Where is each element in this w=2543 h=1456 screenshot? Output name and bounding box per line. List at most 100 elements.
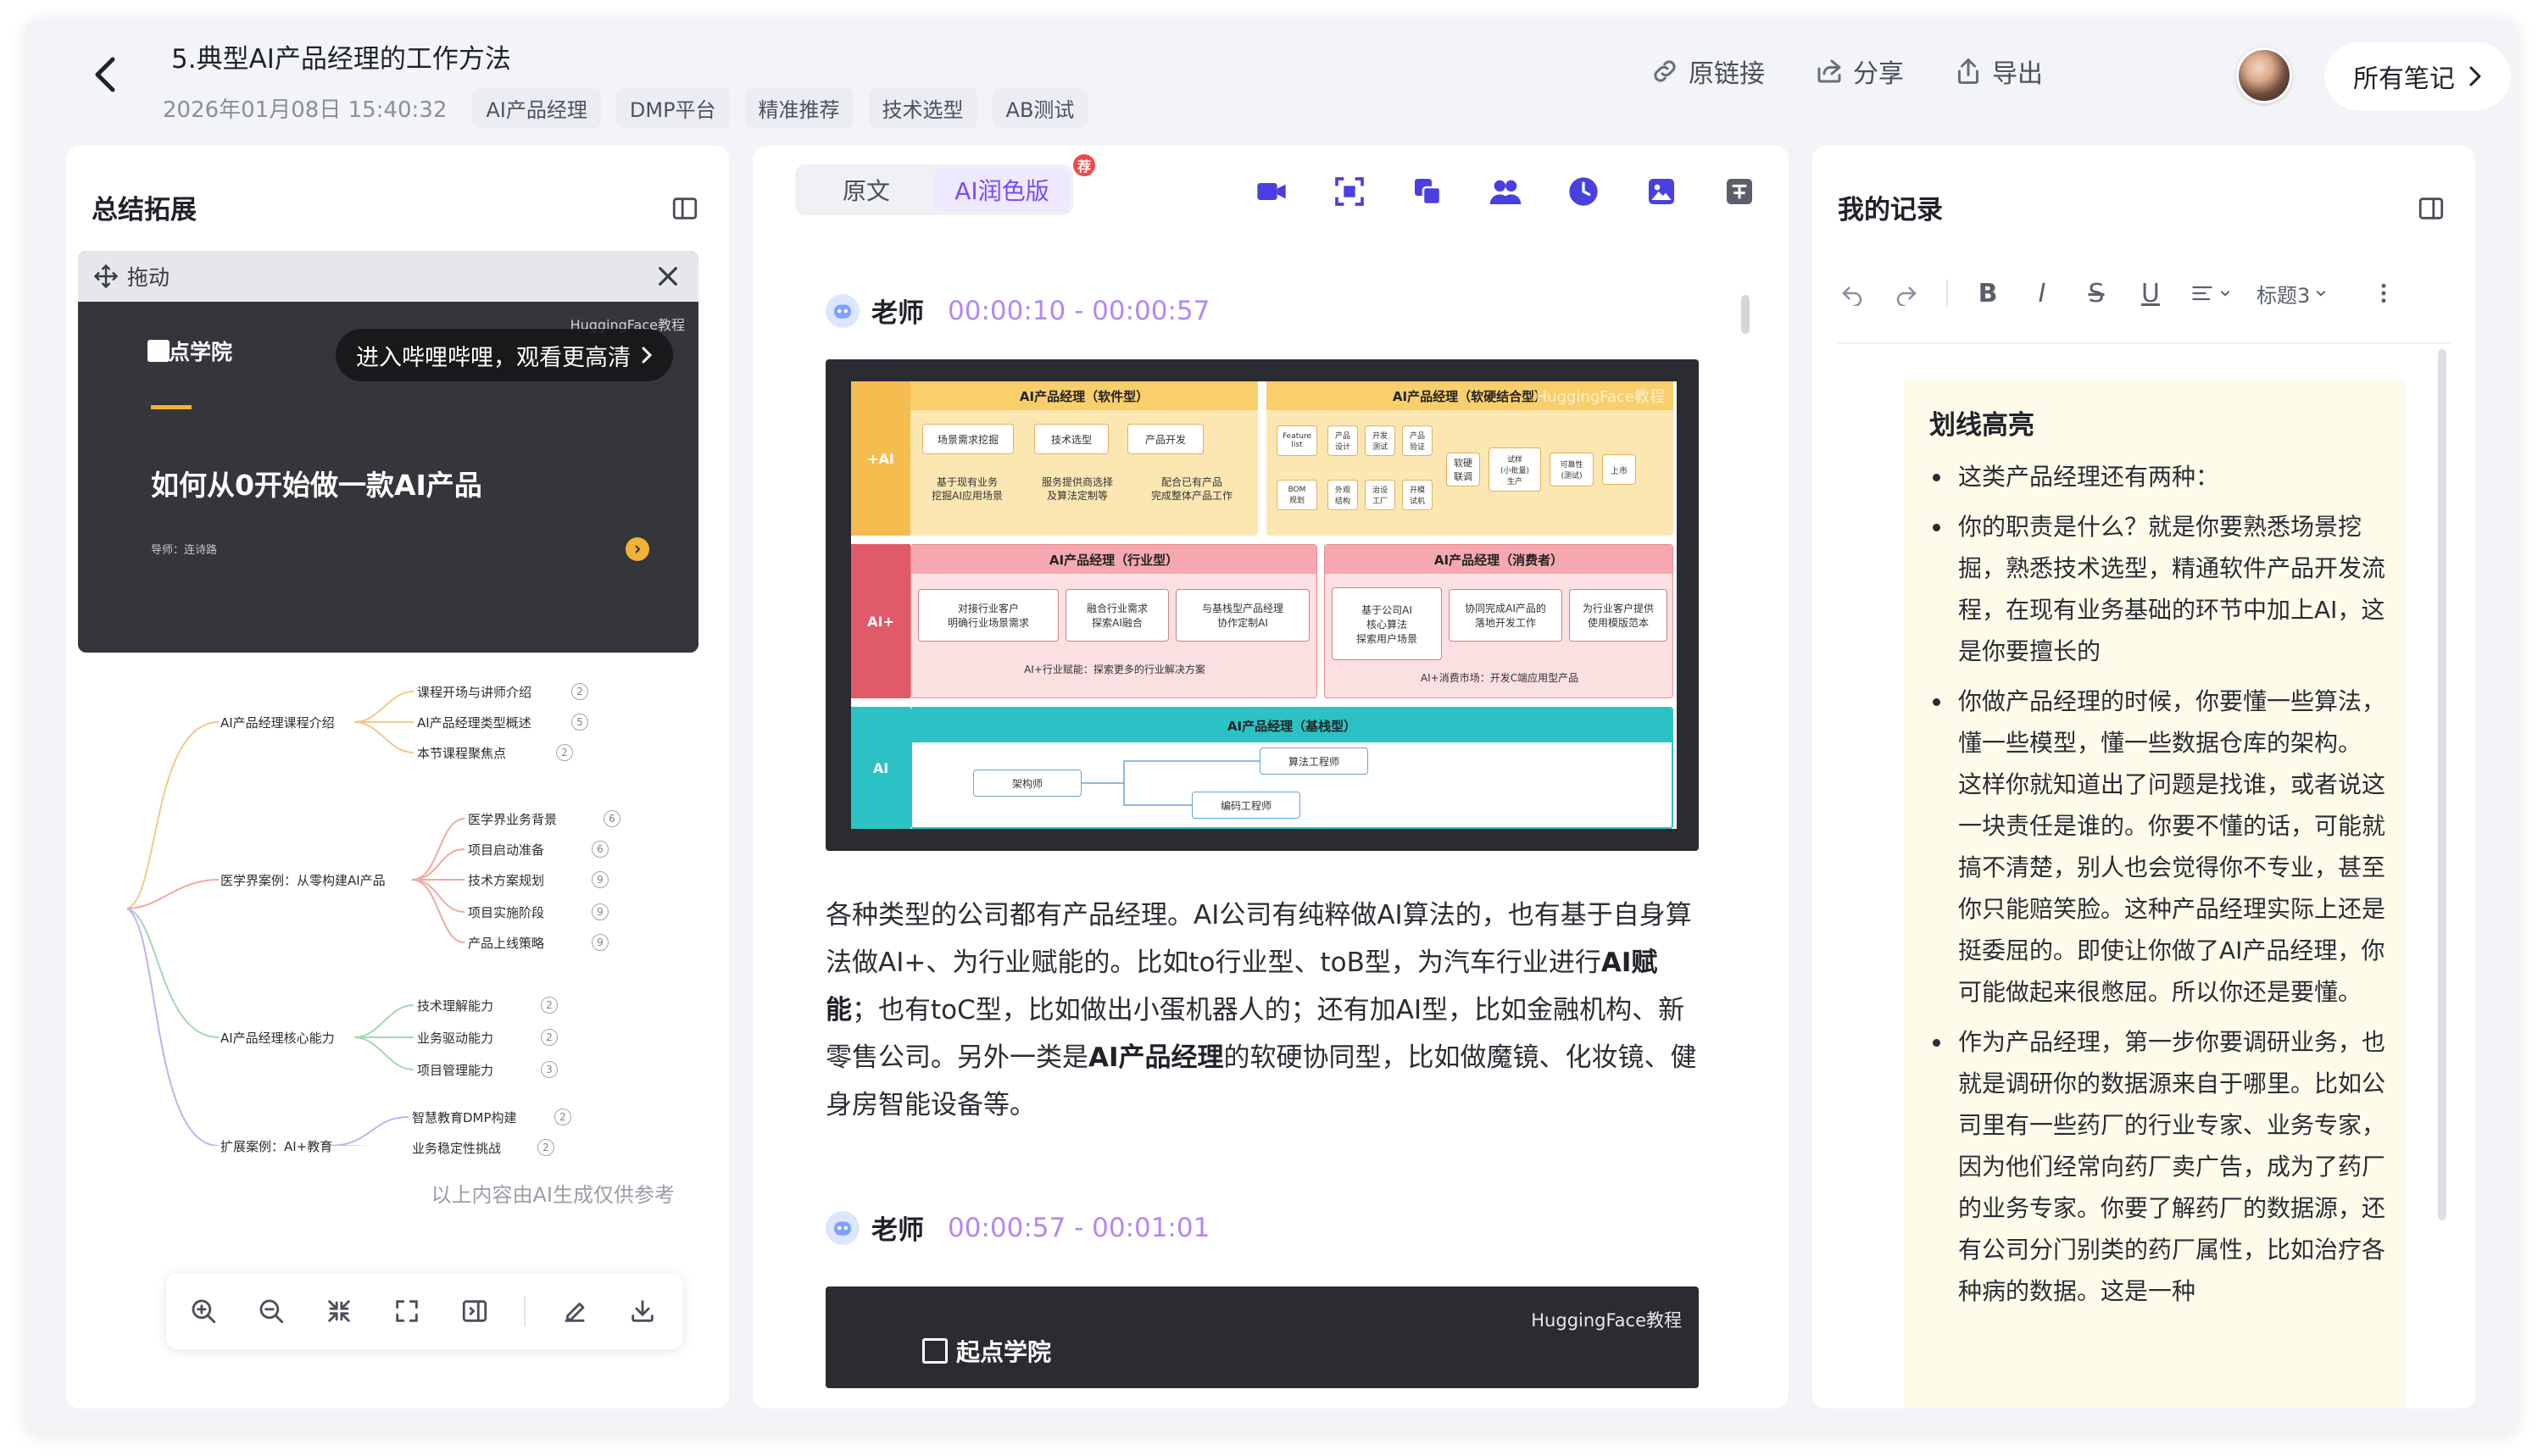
mind-map-node[interactable]: 产品上线策略 xyxy=(468,934,544,952)
video-camera-icon xyxy=(1257,183,1286,200)
undo-button[interactable] xyxy=(1838,276,1867,310)
zoom-in-icon xyxy=(192,1299,216,1324)
notes-panel: 我的记录 B I S U 标题3 划线高亮 这类产品经理还有两种： 你的职责是什… xyxy=(1812,146,2475,1409)
scrollbar-thumb[interactable] xyxy=(2438,349,2446,1220)
panel-toggle-button[interactable] xyxy=(666,190,704,227)
mind-map-node[interactable]: 项目管理能力 xyxy=(417,1061,493,1079)
tag[interactable]: 精准推荐 xyxy=(744,87,854,128)
fullscreen-button[interactable] xyxy=(388,1292,426,1330)
list-item[interactable]: 作为产品经理，第一步你要调研业务，也就是调研你的数据源来自于哪里。比如公司里有一… xyxy=(1929,1021,2390,1312)
export-icon xyxy=(1958,58,1978,84)
user-avatar[interactable] xyxy=(2236,47,2292,103)
band-label: +AI xyxy=(851,381,910,536)
diagram-box: 融合行业需求 探索AI融合 xyxy=(1066,589,1169,642)
mind-map-node[interactable]: AI产品经理类型概述 xyxy=(417,714,531,731)
underline-button[interactable]: U xyxy=(2136,276,2165,310)
mind-map[interactable]: AI产品经理课程介绍 课程开场与讲师介绍 2 AI产品经理类型概述 5 本节课程… xyxy=(66,671,729,1156)
tag[interactable]: 技术选型 xyxy=(868,87,977,128)
panel-toggle-button[interactable] xyxy=(2412,190,2450,227)
zoom-out-button[interactable] xyxy=(253,1292,290,1330)
share-icon xyxy=(1817,59,1841,83)
tag[interactable]: AB测试 xyxy=(992,87,1088,128)
mind-map-branch[interactable]: AI产品经理核心能力 xyxy=(220,1029,335,1047)
edit-button[interactable] xyxy=(556,1292,593,1330)
redo-button[interactable] xyxy=(1892,276,1921,310)
image-icon xyxy=(1649,179,1674,204)
strikethrough-button[interactable]: S xyxy=(2082,276,2111,310)
mind-map-node[interactable]: 智慧教育DMP构建 xyxy=(412,1109,517,1126)
align-dropdown[interactable] xyxy=(2190,276,2231,310)
transcript-paragraph: 各种类型的公司都有产品经理。AI公司有纯粹做AI算法的，也有基于自身算法做AI+… xyxy=(826,892,1707,1129)
timestamp-link[interactable]: 00:00:57 - 00:01:01 xyxy=(948,1213,1210,1243)
collapse-button[interactable] xyxy=(320,1292,358,1330)
page-title: 5.典型AI产品经理的工作方法 xyxy=(171,44,511,75)
slide-image[interactable]: +AI AI产品经理（软件型） 场景需求挖掘 技术选型 产品开发 基于现有业务 … xyxy=(826,359,1699,851)
tab-ai-polished[interactable]: AI润色版 xyxy=(934,168,1070,212)
tag[interactable]: DMP平台 xyxy=(615,87,730,128)
mind-map-node[interactable]: 课程开场与讲师介绍 xyxy=(417,683,531,701)
close-icon[interactable] xyxy=(654,263,682,290)
fullscreen-icon xyxy=(396,1300,418,1322)
bold-button[interactable]: B xyxy=(1973,276,2002,310)
list-item[interactable]: 你的职责是什么？就是你要熟悉场景挖掘，熟悉技术选型，精通软件产品开发流程，在现有… xyxy=(1929,506,2390,672)
move-icon xyxy=(94,264,118,288)
note-date: 2026年01月08日 15:40:32 xyxy=(163,97,448,123)
side-panel-button[interactable] xyxy=(456,1292,493,1330)
back-button[interactable] xyxy=(81,51,129,98)
redo-icon xyxy=(1896,286,1917,306)
video-player[interactable]: 拖动 起点学院 HuggingFace教程 进入哔哩哔哩，观看更高清 如何从0开… xyxy=(78,251,698,653)
copy-button[interactable] xyxy=(1407,171,1448,212)
mind-map-node[interactable]: 技术理解能力 xyxy=(417,997,493,1014)
mind-map-lines xyxy=(126,691,465,1146)
heading-dropdown[interactable]: 标题3 xyxy=(2256,276,2327,310)
image-button[interactable] xyxy=(1641,171,1682,212)
speaker-name: 老师 xyxy=(871,298,924,329)
mind-map-node[interactable]: 项目实施阶段 xyxy=(468,903,544,921)
original-link-button[interactable]: 原链接 xyxy=(1650,53,1765,90)
mind-map-node[interactable]: 医学界业务背景 xyxy=(468,810,557,828)
mind-map-node[interactable]: 业务驱动能力 xyxy=(417,1029,493,1047)
transcript-content[interactable]: 老师 00:00:10 - 00:00:57 +AI AI产品经理（软件型） 场… xyxy=(753,247,1789,1409)
mind-map-branch[interactable]: AI产品经理课程介绍 xyxy=(220,714,335,731)
screenshot-button[interactable] xyxy=(1329,171,1370,212)
play-icon[interactable] xyxy=(626,537,649,561)
heading-select-label: 标题3 xyxy=(2256,283,2311,308)
highlight-block[interactable]: 划线高亮 这类产品经理还有两种： 你的职责是什么？就是你要熟悉场景挖掘，熟悉技术… xyxy=(1904,380,2406,1409)
timestamp-link[interactable]: 00:00:10 - 00:00:57 xyxy=(948,296,1210,326)
drag-label: 拖动 xyxy=(127,265,170,290)
speakers-button[interactable] xyxy=(1485,171,1526,212)
mind-map-branch[interactable]: 扩展案例：AI+教育 xyxy=(220,1137,332,1155)
timeline-button[interactable] xyxy=(1563,171,1604,212)
mind-map-node[interactable]: 本节课程聚焦点 xyxy=(417,744,506,762)
video-drag-bar[interactable]: 拖动 xyxy=(78,251,698,302)
more-button[interactable] xyxy=(2369,276,2398,310)
diagram-box: 产品 设计 xyxy=(1327,425,1358,456)
mind-map-node[interactable]: 业务稳定性挑战 xyxy=(412,1139,501,1157)
download-button[interactable] xyxy=(624,1292,661,1330)
video-button[interactable] xyxy=(1251,171,1292,212)
italic-button[interactable]: I xyxy=(2028,276,2056,310)
zoom-in-button[interactable] xyxy=(185,1292,222,1330)
mind-map-node[interactable]: 项目启动准备 xyxy=(468,841,544,859)
open-bilibili-button[interactable]: 进入哔哩哔哩，观看更高清 xyxy=(336,329,673,381)
list-item[interactable]: 这类产品经理还有两种： xyxy=(1929,456,2390,497)
all-notes-button[interactable]: 所有笔记 xyxy=(2324,42,2511,110)
diagram-note: AI+行业赋能：探索更多的行业解决方案 xyxy=(1024,664,1205,675)
share-button[interactable]: 分享 xyxy=(1814,53,1904,90)
translate-button[interactable] xyxy=(1719,171,1760,212)
video-screen[interactable]: 起点学院 HuggingFace教程 进入哔哩哔哩，观看更高清 如何从0开始做一… xyxy=(78,302,698,653)
diagram-box: Feature list xyxy=(1277,425,1317,456)
slide-logo: 起点学院 xyxy=(922,1334,1051,1368)
sidebar-toggle-icon xyxy=(672,197,698,220)
mind-map-count: 5 xyxy=(571,714,588,731)
slide-image[interactable]: HuggingFace教程 起点学院 xyxy=(826,1287,1699,1388)
export-button[interactable]: 导出 xyxy=(1953,53,2043,90)
mind-map-node[interactable]: 技术方案规划 xyxy=(468,871,544,889)
list-item[interactable]: 你做产品经理的时候，你要懂一些算法，懂一些模型，懂一些数据仓库的架构。 这样你就… xyxy=(1929,681,2390,1013)
tag[interactable]: AI产品经理 xyxy=(472,87,601,128)
tab-original[interactable]: 原文 xyxy=(799,168,934,212)
diagram-box: 为行业客户提供 使用模版范本 xyxy=(1569,589,1667,642)
scrollbar-thumb[interactable] xyxy=(1741,295,1750,334)
mind-map-branch[interactable]: 医学界案例：从零构建AI产品 xyxy=(220,871,386,889)
underline-icon: U xyxy=(2141,278,2160,308)
